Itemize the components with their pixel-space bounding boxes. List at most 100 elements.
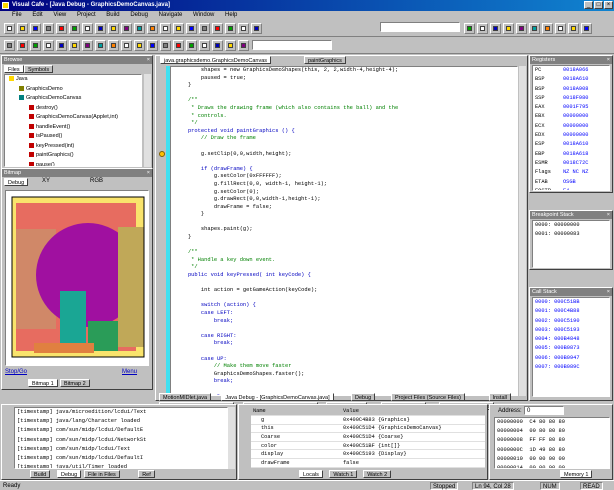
close-button[interactable]: ×	[604, 1, 613, 9]
toolbar-button[interactable]	[568, 23, 579, 34]
call-stack-row[interactable]: 0002: 000C5190	[535, 317, 609, 326]
register-value[interactable]: 0018A610	[563, 76, 588, 82]
locals-row[interactable]: g 0x400C4B83 {Graphics}	[251, 415, 485, 425]
tab-bitmap-1[interactable]: Bitmap 1	[28, 379, 58, 387]
step-into-button[interactable]	[160, 40, 171, 51]
output-line[interactable]: [timestamp] com/sun/midp/lcdui/Text	[17, 445, 227, 454]
toolbar-button[interactable]	[542, 23, 553, 34]
help-button[interactable]	[186, 23, 197, 34]
output-line[interactable]: [timestamp] com/sun/midp/lcdui/DefaultI	[17, 454, 227, 463]
stop-button[interactable]	[186, 40, 197, 51]
debug-button[interactable]	[147, 23, 158, 34]
tab-memory-1[interactable]: Memory 1	[560, 470, 593, 478]
call-stack-row[interactable]: 0006: 000B0947	[535, 354, 609, 363]
tree-item[interactable]: paintGraphics()	[7, 151, 141, 161]
build-config-combo[interactable]	[380, 22, 460, 32]
window-button[interactable]	[173, 23, 184, 34]
tree-item[interactable]: GraphicsDemo	[7, 85, 141, 95]
register-value[interactable]: 00000000	[563, 113, 588, 119]
step-over-button[interactable]	[147, 40, 158, 51]
register-value[interactable]: 0018C72C	[563, 160, 588, 166]
menu-navigate[interactable]: Navigate	[159, 12, 183, 18]
project-button[interactable]	[199, 23, 210, 34]
debug-button[interactable]	[56, 40, 67, 51]
output-tab[interactable]: Build	[30, 470, 51, 478]
window-button[interactable]	[82, 40, 93, 51]
toolbar-button[interactable]	[503, 23, 514, 34]
breakpoint-gutter[interactable]	[158, 66, 166, 396]
register-value[interactable]: 0018A618	[563, 151, 588, 157]
stop-go-link[interactable]: Stop/Go	[5, 369, 27, 375]
paste-button[interactable]	[69, 23, 80, 34]
locals-header-value[interactable]: Value	[341, 407, 485, 417]
open-folder-button[interactable]	[17, 23, 28, 34]
call-stack-row[interactable]: 0001: 000C4B88	[535, 307, 609, 316]
close-icon[interactable]: ×	[607, 56, 610, 64]
file-tab[interactable]: Java Debug - [GraphicsDemoCanvas.java]	[221, 393, 334, 401]
output-line[interactable]: [timestamp] java/lang/Character loaded	[17, 417, 227, 426]
locals-row[interactable]: display 0x400C5193 {Display}	[251, 449, 485, 460]
locals-tab[interactable]: Watch 1	[329, 470, 358, 478]
menu-edit[interactable]: Edit	[32, 12, 42, 18]
close-icon[interactable]: ×	[607, 288, 610, 296]
search-combo[interactable]	[252, 40, 332, 50]
breakpoint-button[interactable]	[121, 40, 132, 51]
locals-tab[interactable]: Locals	[299, 470, 323, 478]
output-scrollbar[interactable]	[228, 407, 235, 469]
tree-item[interactable]: destroy()	[7, 104, 141, 114]
locals-row[interactable]: color 0x400C51BF {int[]}	[251, 441, 485, 451]
run-button[interactable]	[43, 40, 54, 51]
watch-button[interactable]	[225, 23, 236, 34]
locals-tab[interactable]: Watch 2	[363, 470, 392, 478]
menu-help[interactable]: Help	[225, 12, 237, 18]
menu-link[interactable]: Menu	[122, 369, 137, 375]
menu-window[interactable]: Window	[193, 12, 214, 18]
tree-item[interactable]: isPaused()	[7, 132, 141, 142]
output-tab[interactable]: File in Files	[84, 470, 120, 478]
call-stack-row[interactable]: 0007: 000B089C	[535, 363, 609, 372]
register-value[interactable]: 0018A610	[563, 141, 588, 147]
tree-item[interactable]: Java	[7, 75, 141, 85]
restart-button[interactable]	[212, 40, 223, 51]
undo-button[interactable]	[82, 23, 93, 34]
minimize-button[interactable]: _	[584, 1, 593, 9]
menu-debug[interactable]: Debug	[130, 12, 148, 18]
memory-row[interactable]: 00000004 00 80 80 80	[497, 427, 609, 436]
memory-row[interactable]: 00000008 FF FF 80 80	[497, 436, 609, 445]
breakpoint-row[interactable]: 0000: 00000000	[535, 221, 609, 230]
register-value[interactable]: 0018F980	[563, 95, 588, 101]
menu-project[interactable]: Project	[77, 12, 96, 18]
register-value[interactable]: 0001F795	[563, 104, 588, 110]
redo-button[interactable]	[4, 40, 15, 51]
step-button[interactable]	[69, 40, 80, 51]
file-tab[interactable]: Debug	[351, 393, 376, 401]
file-tab[interactable]: Install	[488, 393, 511, 401]
memory-button[interactable]	[238, 40, 249, 51]
toolbar-button[interactable]	[490, 23, 501, 34]
memory-row[interactable]: 0000000C 1D 49 80 80	[497, 446, 609, 455]
menu-build[interactable]: Build	[106, 12, 119, 18]
tab-files[interactable]: Files	[4, 65, 24, 73]
step-over-button[interactable]	[238, 23, 249, 34]
bitmap-debug-button[interactable]: Debug	[4, 178, 29, 186]
step-out-button[interactable]	[173, 40, 184, 51]
memory-row[interactable]: 00000000 C4 80 80 80	[497, 418, 609, 427]
close-icon[interactable]: ×	[147, 169, 150, 177]
pause-button[interactable]	[199, 40, 210, 51]
locals-row[interactable]: Coarse 0x400C51D4 {Coarse}	[251, 432, 485, 442]
editor-class-tab[interactable]: java.graphicsdemo.GraphicsDemoCanvas	[160, 56, 272, 64]
code-view[interactable]: shapes = new GraphicsDemoShapes(this, 2,…	[170, 66, 518, 396]
output-line[interactable]: [timestamp] com/sun/midp/lcdui/NetworkSt	[17, 436, 227, 445]
memory-row[interactable]: 00000014 00 00 00 00	[497, 464, 609, 468]
redo-button[interactable]	[95, 23, 106, 34]
toolbar-button[interactable]	[477, 23, 488, 34]
output-line[interactable]: [timestamp] java/util/Timer loaded	[17, 463, 227, 468]
toolbar-button[interactable]	[581, 23, 592, 34]
menu-file[interactable]: File	[12, 12, 22, 18]
memory-row[interactable]: 00000010 00 00 00 00	[497, 455, 609, 464]
close-icon[interactable]: ×	[607, 211, 610, 219]
cut-button[interactable]	[43, 23, 54, 34]
project-button[interactable]	[108, 40, 119, 51]
tab-symbols[interactable]: Symbols	[24, 65, 54, 73]
close-icon[interactable]: ×	[147, 56, 150, 64]
